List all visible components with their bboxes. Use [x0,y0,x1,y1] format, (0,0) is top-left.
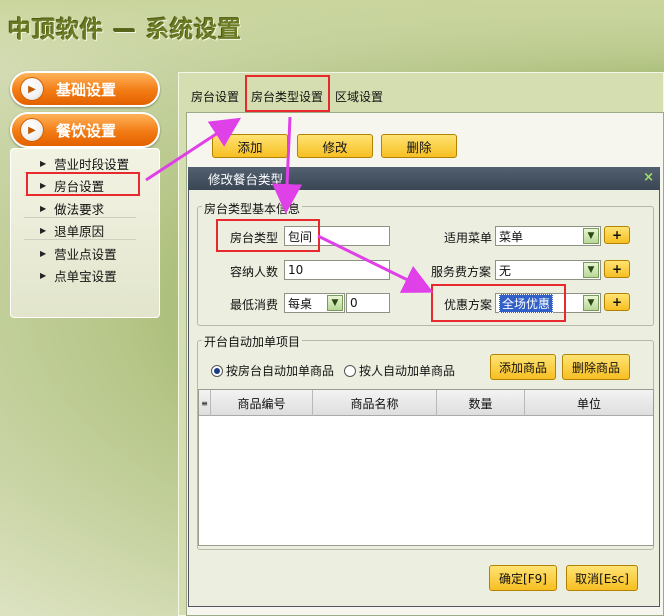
annotation-arrows [145,116,434,293]
arrow-to-field [272,116,303,214]
arrow-to-discount [317,234,434,293]
arrow-to-tab [145,117,242,182]
